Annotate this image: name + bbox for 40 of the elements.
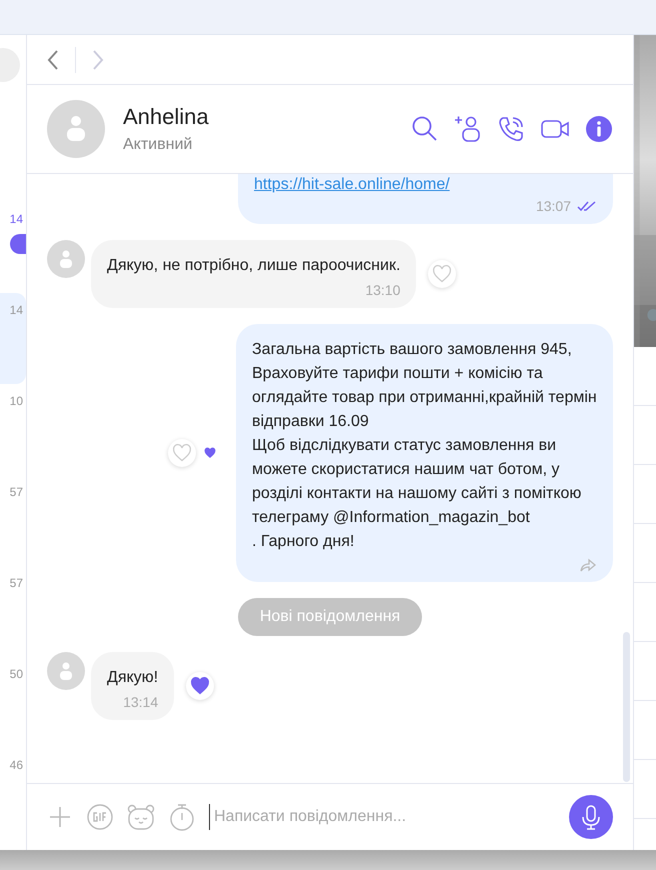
forward-icon[interactable] bbox=[579, 558, 597, 572]
message-link[interactable]: https://hit-sale.online/home/ bbox=[254, 176, 597, 194]
chat-time: 57 bbox=[10, 485, 23, 499]
chat-time: 10 bbox=[10, 394, 23, 408]
microphone-button[interactable] bbox=[569, 795, 613, 839]
chat-list-item[interactable]: 14 bbox=[0, 293, 26, 384]
chat-time: 57 bbox=[10, 576, 23, 590]
avatar-icon[interactable] bbox=[47, 240, 85, 278]
chat-list-item[interactable]: 50 bbox=[0, 657, 26, 748]
message-text: Дякую! bbox=[107, 668, 158, 688]
unread-badge bbox=[10, 234, 26, 254]
chat-list-item[interactable]: 57 bbox=[0, 475, 26, 566]
gif-icon[interactable] bbox=[87, 804, 113, 830]
chat-list-item[interactable]: 57 bbox=[0, 566, 26, 657]
sticker-icon[interactable] bbox=[127, 804, 155, 830]
search-icon[interactable] bbox=[411, 115, 439, 143]
chat-time: 46 bbox=[10, 758, 23, 772]
add-contact-icon[interactable] bbox=[454, 115, 482, 143]
scrollbar[interactable] bbox=[623, 632, 630, 782]
chat-time: 14 bbox=[10, 303, 23, 317]
info-icon[interactable] bbox=[585, 115, 613, 143]
heart-reaction-icon[interactable] bbox=[186, 672, 214, 700]
message-text: Дякую, не потрібно, лише пароочисник. bbox=[107, 256, 400, 276]
message-text: Загальна вартість вашого замовлення 945, Враховуйте тарифи пошти + комісію та оглядайте товар при отриманні,крайній термін відправки 16.09 Щоб відслідкувати статус замовлення ви можете скористатися нашим чат ботом, у розділі контакти на нашому сайті з поміткою телеграму @Information_magazin_bot . Гарного дня! bbox=[252, 340, 597, 552]
chat-list-item[interactable]: 10 bbox=[0, 384, 26, 475]
timer-icon[interactable] bbox=[169, 803, 195, 831]
chat-time: 50 bbox=[10, 667, 23, 681]
avatar-icon[interactable] bbox=[47, 100, 105, 158]
contact-status: Активний bbox=[123, 136, 194, 154]
chat-list-item[interactable]: 14 bbox=[0, 202, 26, 293]
new-messages-label[interactable]: Нові повідомлення bbox=[238, 598, 422, 636]
message-time: 13:07 bbox=[536, 198, 571, 214]
message-time: 13:14 bbox=[123, 694, 158, 710]
chat-list-item[interactable]: 46 bbox=[0, 748, 26, 839]
phone-icon[interactable] bbox=[497, 115, 525, 143]
contact-name: Anhelina bbox=[123, 104, 210, 130]
chat-time: 14 bbox=[10, 212, 23, 226]
message-time: 13:10 bbox=[365, 282, 400, 298]
avatar-icon[interactable] bbox=[47, 652, 85, 690]
plus-icon[interactable] bbox=[47, 804, 73, 830]
